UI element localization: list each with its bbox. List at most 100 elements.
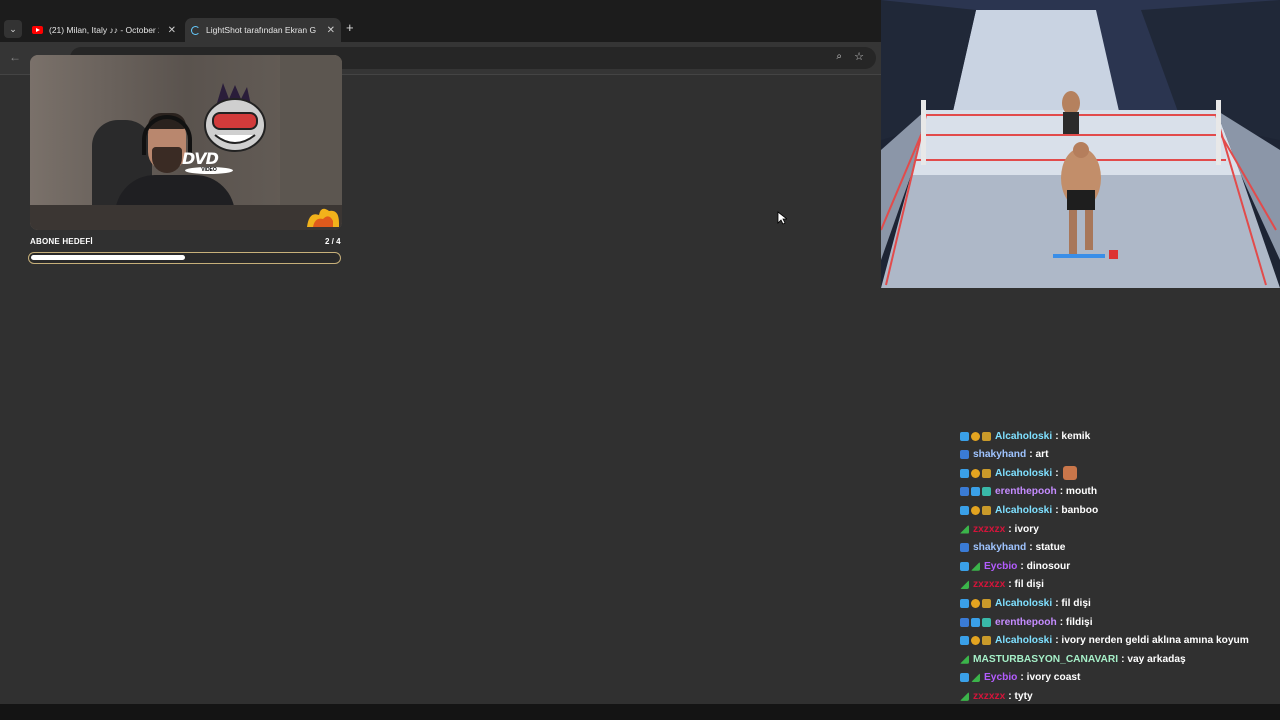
- new-tab-button[interactable]: +: [346, 20, 354, 35]
- chat-username[interactable]: Eycbio: [984, 561, 1017, 572]
- chat-message-text: : vay arkadaş: [1121, 653, 1186, 665]
- blue-badge-icon: [960, 598, 969, 608]
- crown-badge-icon: [982, 636, 991, 646]
- chat-username[interactable]: shakyhand: [973, 542, 1026, 553]
- chat-message-text: : mouth: [1059, 486, 1098, 498]
- chat-message: MASTURBASYON_CANAVARI: vay arkadaş: [960, 650, 1186, 668]
- bottom-bar: [0, 704, 1280, 720]
- bookmark-star-icon[interactable]: ☆: [854, 50, 864, 63]
- desk: [30, 205, 342, 230]
- chat-message-text: : art: [1029, 449, 1049, 461]
- close-icon[interactable]: ✕: [327, 25, 335, 36]
- chat-username[interactable]: MASTURBASYON_CANAVARI: [973, 654, 1118, 665]
- chat-message-text: : fildişi: [1059, 616, 1093, 628]
- zoom-icon[interactable]: ⌕: [836, 51, 842, 62]
- gold-badge-icon: [971, 636, 980, 646]
- chat-message: zxzxzx: ivory: [960, 520, 1039, 538]
- subscriber-goal-label: ABONE HEDEFİ: [30, 237, 93, 246]
- crown-badge-icon: [982, 598, 991, 608]
- chat-message-text: : kemik: [1055, 430, 1091, 442]
- subscriber-goal-progress-bar: [28, 252, 341, 264]
- chat-message-text: : fil dişi: [1055, 597, 1091, 609]
- blue-badge-icon: [971, 617, 980, 627]
- chat-message: erenthepooh: fildişi: [960, 613, 1093, 631]
- blue-badge-icon: [960, 636, 969, 646]
- blue-badge-icon: [960, 505, 969, 515]
- chat-username[interactable]: Alcaholoski: [995, 468, 1052, 479]
- chat-message: shakyhand: statue: [960, 539, 1065, 557]
- chat-message: Eycbio: dinosour: [960, 557, 1070, 575]
- chat-message: Alcaholoski: banboo: [960, 501, 1098, 519]
- chat-message-text: : ivory coast: [1020, 672, 1081, 684]
- chat-username[interactable]: Alcaholoski: [995, 431, 1052, 442]
- chat-username[interactable]: erenthepooh: [995, 486, 1057, 497]
- chat-username[interactable]: zxzxzx: [973, 691, 1005, 702]
- chat-username[interactable]: zxzxzx: [973, 579, 1005, 590]
- wrestling-ring-scene: [881, 0, 1280, 288]
- chat-username[interactable]: Alcaholoski: [995, 505, 1052, 516]
- green-badge-icon: [971, 673, 980, 683]
- chat-username[interactable]: zxzxzx: [973, 524, 1005, 535]
- chat-message: Alcaholoski:: [960, 464, 1077, 482]
- chat-message-text: : ivory nerden geldi aklına amına koyum: [1055, 635, 1249, 647]
- crown-badge-icon: [982, 431, 991, 441]
- dvd-logo-subtext: VIDEO: [185, 167, 233, 174]
- chat-message-text: : banboo: [1055, 504, 1099, 516]
- chat-username[interactable]: erenthepooh: [995, 617, 1057, 628]
- chat-message-text: : statue: [1029, 542, 1066, 554]
- crown-badge-icon: [982, 505, 991, 515]
- chat-message-text: : tyty: [1008, 690, 1033, 702]
- gold-badge-icon: [971, 505, 980, 515]
- green-badge-icon: [960, 654, 969, 664]
- gold-badge-icon: [971, 468, 980, 478]
- sub-badge-icon: [960, 543, 969, 553]
- subscriber-goal-progress-fill: [31, 255, 185, 260]
- mouse-cursor-icon: [777, 211, 787, 225]
- chat-message: shakyhand: art: [960, 446, 1048, 464]
- chat-message: Alcaholoski: fil dişi: [960, 594, 1091, 612]
- blue-badge-icon: [960, 468, 969, 478]
- webcam-door: [280, 55, 342, 205]
- chat-message: erenthepooh: mouth: [960, 483, 1097, 501]
- tab-youtube[interactable]: (21) Milan, Italy ♪♪ - October 20 ✕: [26, 18, 182, 42]
- chat-username[interactable]: Alcaholoski: [995, 598, 1052, 609]
- chat-overlay: Alcaholoski: kemik shakyhand: art Alcaholo…: [960, 410, 1280, 704]
- tab-title: (21) Milan, Italy ♪♪ - October 20: [49, 25, 159, 35]
- gold-badge-icon: [971, 431, 980, 441]
- chat-username[interactable]: shakyhand: [973, 449, 1026, 460]
- chat-message-text: :: [1055, 467, 1059, 479]
- green-badge-icon: [960, 691, 969, 701]
- chat-message-text: : dinosour: [1020, 560, 1071, 572]
- flame-logo-icon: [307, 208, 339, 227]
- close-icon[interactable]: ✕: [168, 25, 176, 36]
- blue-badge-icon: [960, 673, 969, 683]
- green-badge-icon: [960, 524, 969, 534]
- sub-badge-icon: [960, 450, 969, 460]
- green-badge-icon: [971, 561, 980, 571]
- dvd-logo: DVD VIDEO: [182, 151, 240, 177]
- tab-lightshot[interactable]: LightShot tarafından Ekran Görü ✕: [185, 18, 341, 42]
- back-arrow-icon[interactable]: ←: [9, 50, 21, 64]
- webcam-feed: DVD VIDEO: [30, 55, 342, 230]
- chat-username[interactable]: Eycbio: [984, 672, 1017, 683]
- game-capture: [881, 0, 1280, 288]
- chevron-down-icon: ⌄: [9, 23, 17, 34]
- blue-badge-icon: [971, 487, 980, 497]
- teal-badge-icon: [982, 487, 991, 497]
- browser-tab-bar: ⌄ (21) Milan, Italy ♪♪ - October 20 ✕ Li…: [0, 0, 882, 42]
- emote-icon: [1062, 466, 1077, 481]
- tab-search-menu-button[interactable]: ⌄: [4, 20, 22, 38]
- crown-badge-icon: [982, 468, 991, 478]
- green-badge-icon: [960, 580, 969, 590]
- chat-message-text: : ivory: [1008, 523, 1039, 535]
- teal-badge-icon: [982, 617, 991, 627]
- dvd-logo-text: DVD: [182, 149, 219, 168]
- chat-username[interactable]: Alcaholoski: [995, 635, 1052, 646]
- chat-message-text: : fil dişi: [1008, 579, 1044, 591]
- sub-badge-icon: [960, 487, 969, 497]
- chat-message: Alcaholoski: kemik: [960, 427, 1090, 445]
- blue-badge-icon: [960, 431, 969, 441]
- youtube-icon: [32, 26, 43, 34]
- blue-badge-icon: [960, 561, 969, 571]
- chat-message: zxzxzx: tyty: [960, 687, 1033, 704]
